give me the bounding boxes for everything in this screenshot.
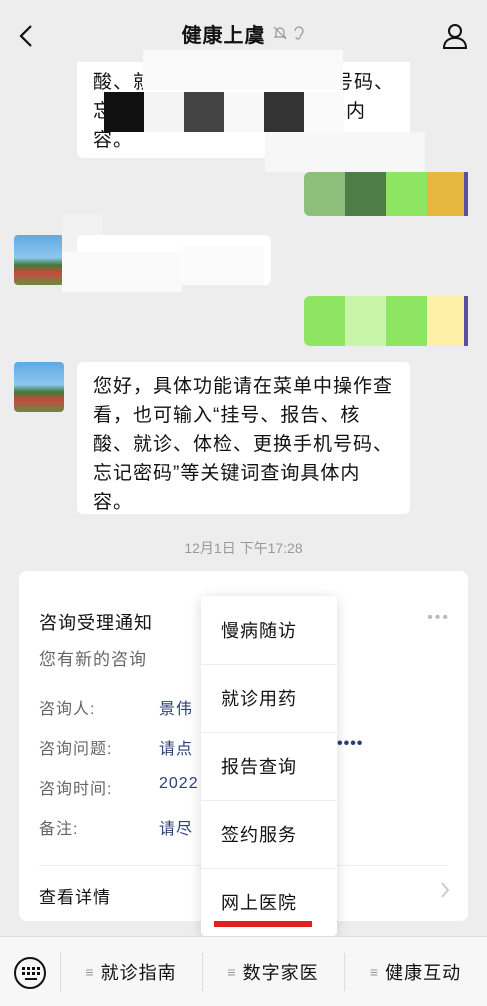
message-line: 容。 <box>93 492 134 513</box>
view-details-link[interactable]: 查看详情 <box>39 883 111 908</box>
redaction <box>144 92 184 132</box>
row-value: 请点 <box>159 741 194 758</box>
row-value: 2022 <box>159 775 199 792</box>
menu-item-medication[interactable]: 就诊用药 <box>201 664 337 732</box>
popup-menu: 慢病随访 就诊用药 报告查询 签约服务 网上医院 <box>201 596 337 936</box>
message-line: 忘记密码”等关键词查询具体内 <box>93 463 361 484</box>
card-subtitle: 您有新的咨询 <box>39 650 147 669</box>
menu-tab-visit-guide[interactable]: ≡ 就诊指南 <box>60 937 202 1006</box>
redaction <box>143 50 343 90</box>
back-button[interactable] <box>12 22 40 50</box>
ear-icon <box>293 26 304 40</box>
row-label: 咨询问题: <box>39 741 113 758</box>
highlight-underline <box>214 921 312 927</box>
chevron-right-icon <box>440 881 450 905</box>
menu-item-contract-service[interactable]: 签约服务 <box>201 800 337 868</box>
menu-lines-icon: ≡ <box>227 964 237 980</box>
menu-tab-label: 就诊指南 <box>100 963 177 983</box>
bot-avatar[interactable] <box>14 235 64 285</box>
redaction <box>182 245 264 285</box>
chevron-left-icon <box>19 25 32 47</box>
menu-item-chronic-followup[interactable]: 慢病随访 <box>201 596 337 664</box>
user-message <box>304 172 468 216</box>
title-wrap: 健康上虞 <box>182 19 306 48</box>
redaction <box>304 92 344 132</box>
bot-avatar[interactable] <box>14 362 64 412</box>
redaction <box>224 92 264 132</box>
user-message <box>304 296 468 346</box>
menu-tab-label: 数字家医 <box>242 963 319 983</box>
menu-lines-icon: ≡ <box>369 964 380 980</box>
redaction <box>464 172 468 216</box>
bot-message: 您好，具体功能请在菜单中操作查 看，也可输入“挂号、报告、核 酸、就诊、体检、更… <box>77 362 410 514</box>
card-title: 咨询受理通知 <box>39 613 153 633</box>
redaction <box>264 92 304 132</box>
row-label: 咨询时间: <box>39 781 113 798</box>
redaction <box>104 92 144 132</box>
keyboard-toggle-button[interactable] <box>12 955 48 991</box>
message-line: 看，也可输入“挂号、报告、核 <box>93 405 361 426</box>
person-icon <box>442 24 468 49</box>
redaction <box>62 252 182 292</box>
page-title: 健康上虞 <box>181 24 266 47</box>
keyboard-icon <box>14 957 46 989</box>
row-ellipsis: •••• <box>337 735 364 752</box>
redaction <box>184 92 224 132</box>
menu-tab-label: 健康互动 <box>385 963 462 983</box>
row-value: 景伟 <box>159 701 194 718</box>
row-value: 请尽 <box>159 821 194 838</box>
menu-tab-digital-family-doctor[interactable]: ≡ 数字家医 <box>202 937 344 1006</box>
row-label: 咨询人: <box>39 701 96 718</box>
message-line: 酸、就诊、体检、更换手机号码、 <box>93 434 394 455</box>
mute-bell-icon <box>273 26 286 40</box>
menu-tab-health-interaction[interactable]: ≡ 健康互动 <box>344 937 487 1006</box>
bottom-menu-bar: ≡ 就诊指南 ≡ 数字家医 ≡ 健康互动 <box>0 936 487 1006</box>
redaction <box>464 296 468 346</box>
profile-button[interactable] <box>441 22 469 50</box>
menu-lines-icon: ≡ <box>85 964 95 980</box>
menu-item-report-query[interactable]: 报告查询 <box>201 732 337 800</box>
timestamp: 12月1日 下午17:28 <box>184 540 303 556</box>
status-icons <box>272 25 306 41</box>
message-line: 您好，具体功能请在菜单中操作查 <box>93 376 394 397</box>
row-label: 备注: <box>39 821 79 838</box>
more-icon[interactable]: ••• <box>427 609 450 627</box>
redaction <box>265 132 425 172</box>
